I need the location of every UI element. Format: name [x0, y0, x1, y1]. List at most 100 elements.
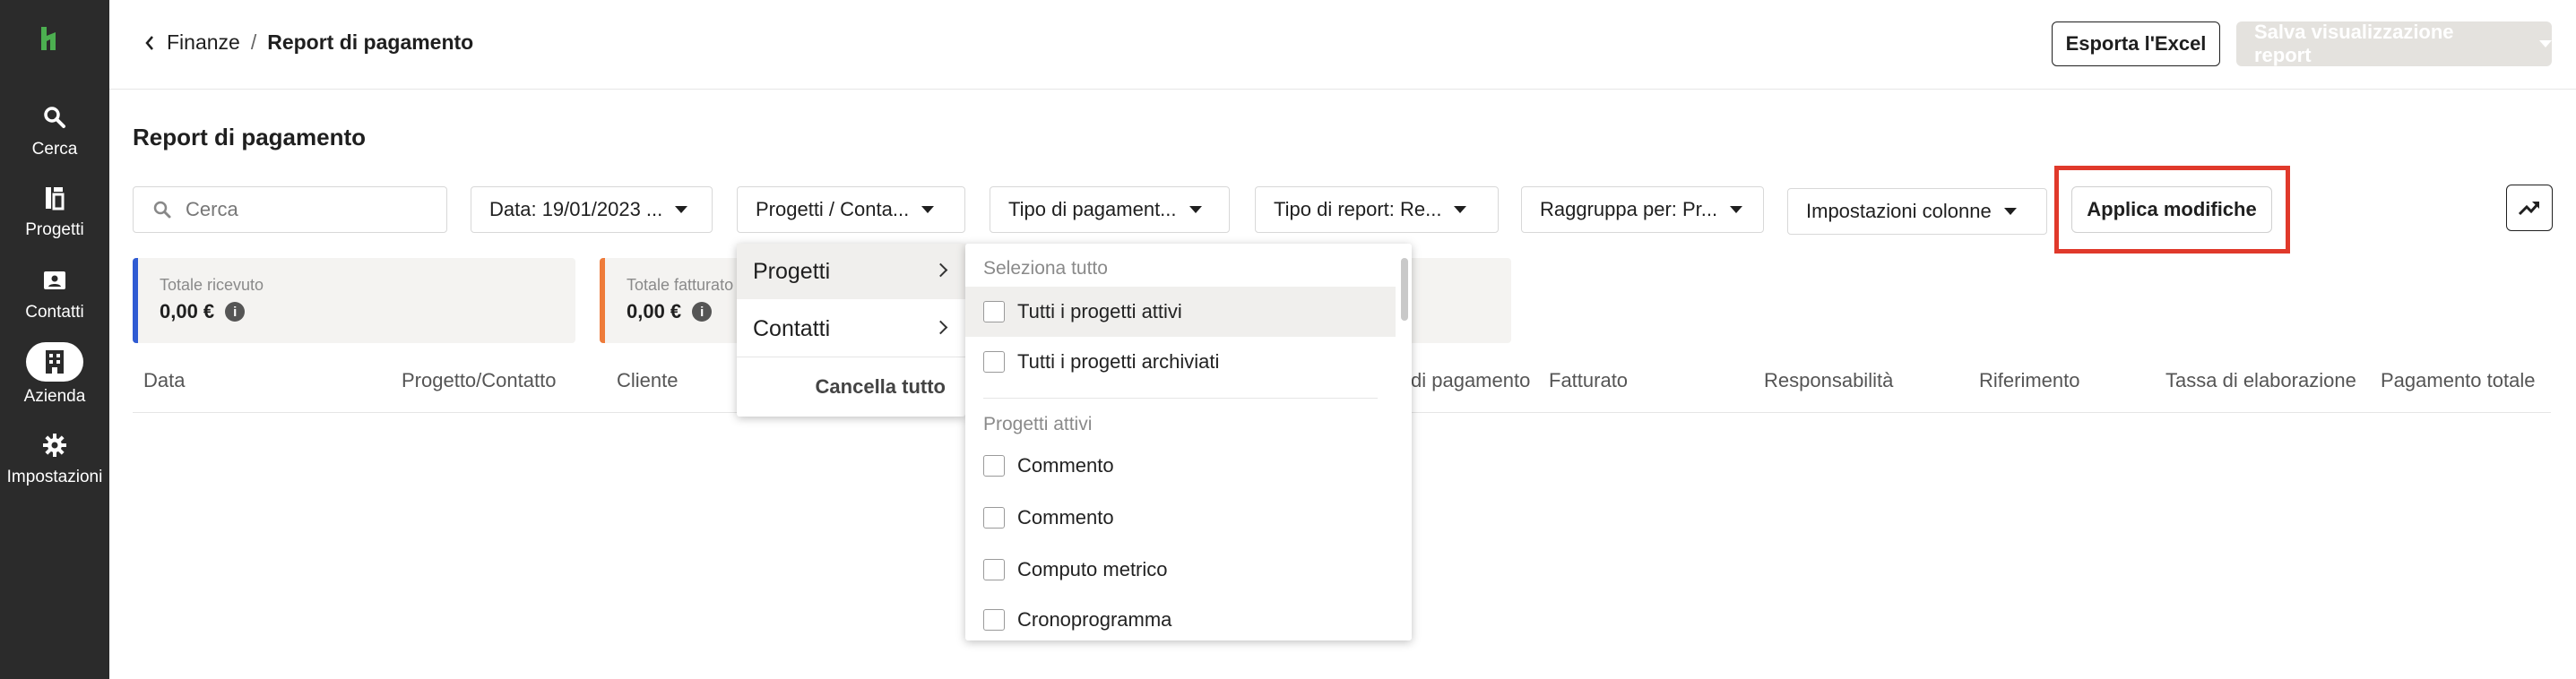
column-header-client[interactable]: Cliente — [617, 369, 678, 392]
sidebar-item-label: Azienda — [23, 387, 86, 406]
highlight-box — [2054, 166, 2290, 254]
active-indicator — [26, 342, 83, 382]
caret-down-icon — [1189, 206, 1202, 213]
chevron-right-icon — [933, 262, 948, 278]
payment-type-label: Tipo di pagament... — [1008, 198, 1177, 220]
info-icon[interactable]: i — [692, 302, 713, 322]
contact-card-icon — [44, 271, 65, 289]
list-item[interactable]: Tutti i progetti archiviati — [965, 337, 1396, 387]
checkbox[interactable] — [983, 351, 1005, 373]
chevron-left-icon[interactable] — [143, 34, 156, 52]
caret-down-icon — [1730, 206, 1743, 213]
sidebar-item-label: Cerca — [31, 140, 78, 159]
category-menu: Progetti Contatti Cancella tutto — [737, 244, 965, 417]
section-header: Progetti attivi — [983, 414, 1093, 434]
info-icon[interactable]: i — [225, 302, 246, 322]
sidebar-item-contacts[interactable]: Contatti — [0, 267, 109, 322]
list-item-label: Cronoprogramma — [1017, 608, 1172, 631]
chevron-right-icon — [933, 320, 948, 335]
search-input[interactable]: Cerca — [133, 186, 447, 233]
list-item-label: Tutti i progetti archiviati — [1017, 350, 1220, 373]
export-excel-button[interactable]: Esporta l'Excel — [2052, 21, 2220, 66]
card-amount: 0,00 € — [160, 300, 215, 322]
sidebar-item-settings[interactable]: Impostazioni — [0, 432, 109, 487]
search-icon — [153, 201, 171, 219]
projects-submenu: Seleziona tutto Tutti i progetti attivi … — [965, 244, 1412, 640]
projects-contacts-label: Progetti / Conta... — [756, 198, 910, 220]
card-accent — [133, 258, 138, 343]
breadcrumb-current: Report di pagamento — [267, 30, 474, 54]
caret-down-icon — [2003, 208, 2017, 215]
column-header-invoiced[interactable]: Fatturato — [1549, 369, 1628, 392]
sidebar-item-company[interactable]: Azienda — [0, 342, 109, 407]
menu-item-projects[interactable]: Progetti — [737, 244, 965, 299]
list-item-label: Commento — [1017, 454, 1114, 477]
card-value: 0,00 € i — [627, 300, 713, 323]
trending-up-icon — [2518, 202, 2540, 216]
sidebar-item-label: Impostazioni — [6, 468, 103, 486]
gear-icon — [43, 434, 66, 457]
search-icon — [44, 107, 65, 128]
list-item-label: Commento — [1017, 506, 1114, 529]
list-item-label: Computo metrico — [1017, 558, 1168, 580]
checkbox[interactable] — [983, 507, 1005, 529]
column-header-total-payment[interactable]: Pagamento totale — [2381, 369, 2535, 392]
column-header-reference[interactable]: Riferimento — [1979, 369, 2079, 392]
date-filter[interactable]: Data: 19/01/2023 ... — [471, 186, 713, 233]
column-header-payment-method[interactable]: di pagamento — [1411, 369, 1530, 392]
payment-type-filter[interactable]: Tipo di pagament... — [990, 186, 1230, 233]
projects-contacts-filter[interactable]: Progetti / Conta... — [737, 186, 965, 233]
checkbox[interactable] — [983, 609, 1005, 631]
card-label: Totale ricevuto — [160, 276, 264, 294]
list-item[interactable]: Cronoprogramma — [965, 595, 1396, 640]
card-label: Totale fatturato — [627, 276, 734, 294]
breadcrumb-separator: / — [250, 30, 257, 54]
sidebar-item-search[interactable]: Cerca — [0, 104, 109, 159]
list-item[interactable]: Commento — [965, 441, 1396, 491]
sidebar-item-projects[interactable]: Progetti — [0, 185, 109, 240]
column-header-processing-fee[interactable]: Tassa di elaborazione — [2165, 369, 2356, 392]
summary-card-received: Totale ricevuto 0,00 € i — [133, 258, 575, 343]
menu-item-contacts[interactable]: Contatti — [737, 301, 965, 357]
menu-item-label: Contatti — [753, 315, 831, 341]
sidebar-item-label: Contatti — [25, 303, 84, 322]
app-logo-icon[interactable] — [39, 25, 63, 52]
group-by-filter[interactable]: Raggruppa per: Pr... — [1521, 186, 1764, 233]
checkbox[interactable] — [983, 455, 1005, 477]
column-header-responsibility[interactable]: Responsabilità — [1764, 369, 1893, 392]
breadcrumb: Finanze / Report di pagamento — [143, 30, 473, 55]
chevron-down-icon — [2539, 40, 2552, 47]
card-amount: 0,00 € — [627, 300, 682, 322]
column-settings-filter[interactable]: Impostazioni colonne — [1787, 188, 2047, 235]
scrollbar[interactable] — [1401, 258, 1408, 321]
report-type-filter[interactable]: Tipo di report: Re... — [1255, 186, 1499, 233]
checkbox[interactable] — [983, 559, 1005, 580]
card-value: 0,00 € i — [160, 300, 246, 323]
export-excel-label: Esporta l'Excel — [2065, 32, 2207, 55]
page-title: Report di pagamento — [133, 124, 367, 150]
list-item[interactable]: Tutti i progetti attivi — [965, 287, 1396, 337]
caret-down-icon — [921, 206, 935, 213]
save-view-label: Salva visualizzazione report — [2254, 21, 2454, 66]
group-by-label: Raggruppa per: Pr... — [1540, 198, 1718, 220]
checkbox[interactable] — [983, 301, 1005, 322]
save-view-button[interactable]: Salva visualizzazione report — [2236, 21, 2552, 66]
list-item[interactable]: Computo metrico — [965, 545, 1396, 595]
caret-down-icon — [1454, 206, 1467, 213]
list-item[interactable]: Commento — [965, 493, 1396, 543]
column-header-project-contact[interactable]: Progetto/Contatto — [402, 369, 556, 392]
select-all-link[interactable]: Seleziona tutto — [983, 258, 1108, 279]
list-item-label: Tutti i progetti attivi — [1017, 300, 1182, 322]
menu-item-label: Progetti — [753, 258, 831, 284]
chart-toggle-button[interactable] — [2506, 185, 2553, 231]
menu-divider — [983, 398, 1378, 399]
caret-down-icon — [675, 206, 688, 213]
building-icon — [46, 350, 64, 374]
breadcrumb-parent[interactable]: Finanze — [167, 30, 240, 55]
card-accent — [600, 258, 605, 343]
sidebar-item-label: Progetti — [25, 220, 84, 239]
report-type-label: Tipo di report: Re... — [1274, 198, 1442, 220]
clear-all-button[interactable]: Cancella tutto — [737, 357, 965, 417]
column-header-date[interactable]: Data — [143, 369, 185, 392]
search-placeholder: Cerca — [186, 198, 238, 220]
